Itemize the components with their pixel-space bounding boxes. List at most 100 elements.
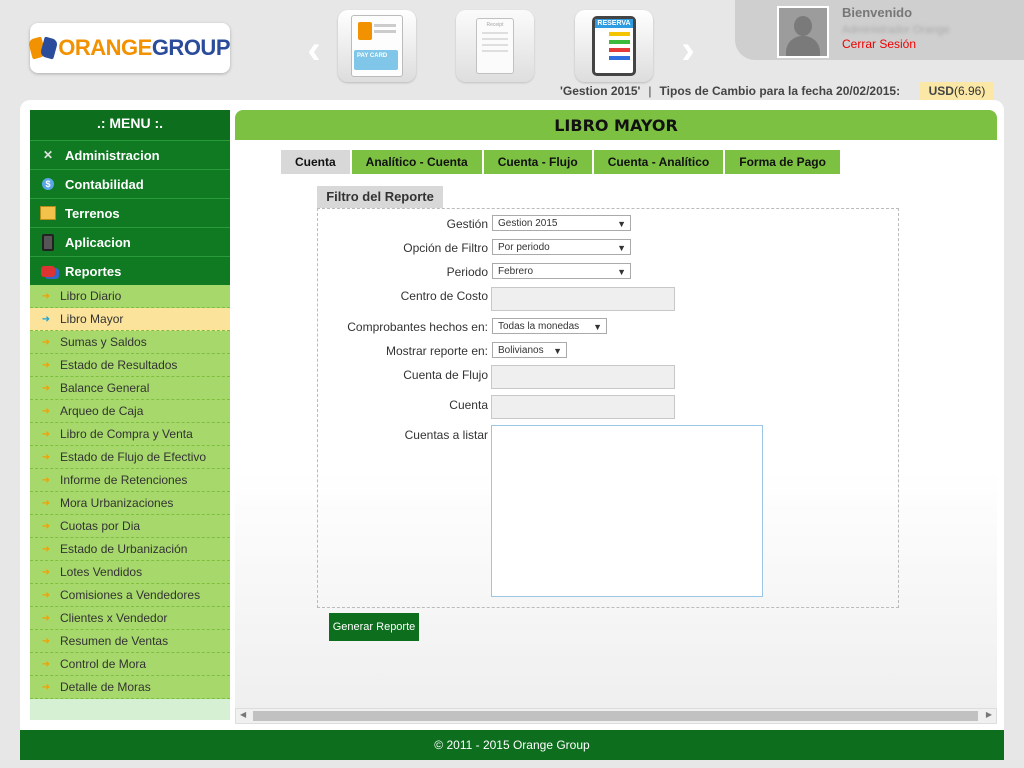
logo-text: ORANGEGROUP	[58, 35, 230, 60]
gestion-text: 'Gestion 2015'	[560, 84, 641, 98]
scroll-thumb[interactable]	[253, 711, 978, 721]
submenu-libro-mayor[interactable]: ➜ Libro Mayor	[30, 308, 230, 331]
pay-card-tile[interactable]: PAY CARD	[338, 10, 416, 82]
menu-item-aplicacion[interactable]: Aplicacion	[30, 227, 230, 256]
scroll-right-icon[interactable]: ▶	[986, 710, 992, 719]
submenu-balance-general[interactable]: ➜ Balance General	[30, 377, 230, 400]
menu-title: .: MENU :.	[30, 110, 230, 140]
sidebar: .: MENU :. ✕ Administracion $ Contabilidad…	[30, 110, 230, 720]
menu-item-administracion[interactable]: ✕ Administracion	[30, 140, 230, 169]
filter-form: Gestión Gestion 2015 ▼ Opción de Filtro P…	[317, 208, 899, 608]
submenu-estado-resultados[interactable]: ➜ Estado de Resultados	[30, 354, 230, 377]
cuenta-label: Cuenta	[449, 398, 488, 412]
arrow-icon: ➜	[41, 428, 51, 440]
submenu-mora-urbanizaciones[interactable]: ➜ Mora Urbanizaciones	[30, 492, 230, 515]
arrow-icon: ➜	[41, 382, 51, 394]
submenu-detalle-moras[interactable]: ➜ Detalle de Moras	[30, 676, 230, 699]
mostrar-select[interactable]: Bolivianos ▼	[492, 342, 567, 358]
page-title: LIBRO MAYOR	[235, 110, 997, 140]
user-panel: Bienvenido Administrador Orange Cerrar S…	[735, 0, 1024, 60]
arrow-icon: ➜	[41, 497, 51, 509]
periodo-select[interactable]: Febrero ▼	[492, 263, 631, 279]
generar-reporte-button[interactable]: Generar Reporte	[329, 613, 419, 641]
tab-cuenta-flujo[interactable]: Cuenta - Flujo	[483, 150, 592, 174]
arrow-icon: ➜	[41, 612, 51, 624]
dropdown-arrow-icon: ▼	[593, 322, 602, 332]
map-icon	[40, 205, 56, 221]
tab-analitico-cuenta[interactable]: Analítico - Cuenta	[351, 150, 482, 174]
prev-arrow-icon[interactable]: ‹	[304, 30, 324, 70]
opcion-filtro-select[interactable]: Por periodo ▼	[492, 239, 631, 255]
dropdown-arrow-icon: ▼	[617, 219, 626, 229]
submenu-libro-compra-venta[interactable]: ➜ Libro de Compra y Venta	[30, 423, 230, 446]
centro-costo-label: Centro de Costo	[400, 289, 488, 303]
menu-item-terrenos[interactable]: Terrenos	[30, 198, 230, 227]
dropdown-arrow-icon: ▼	[553, 346, 562, 356]
centro-costo-input[interactable]	[491, 287, 675, 311]
info-bar: 'Gestion 2015' | Tipos de Cambio para la f…	[560, 84, 901, 98]
cuentas-listar-textarea[interactable]	[491, 425, 763, 597]
orangegroup-logo[interactable]: ORANGEGROUP	[27, 23, 231, 73]
exchange-label: Tipos de Cambio para la fecha 20/02/2015…	[659, 84, 901, 98]
cuenta-input[interactable]	[491, 395, 675, 419]
arrow-icon: ➜	[41, 681, 51, 693]
reserva-icon: RESERVA	[592, 16, 636, 76]
cuenta-flujo-input[interactable]	[491, 365, 675, 389]
arrow-icon: ➜	[41, 405, 51, 417]
reports-icon	[40, 263, 56, 279]
submenu-flujo-efectivo[interactable]: ➜ Estado de Flujo de Efectivo	[30, 446, 230, 469]
header: ORANGEGROUP ‹ PAY CARD Receipt RESERVA ›	[0, 0, 1024, 100]
arrow-icon: ➜	[41, 635, 51, 647]
comprobantes-label: Comprobantes hechos en:	[347, 320, 488, 334]
arrow-icon: ➜	[41, 359, 51, 371]
receipt-tile[interactable]: Receipt	[456, 10, 534, 82]
submenu-comisiones-vendedores[interactable]: ➜ Comisiones a Vendedores	[30, 584, 230, 607]
arrow-icon: ➜	[41, 589, 51, 601]
next-arrow-icon[interactable]: ›	[678, 30, 698, 70]
receipt-icon: Receipt	[476, 18, 514, 74]
tab-forma-pago[interactable]: Forma de Pago	[725, 150, 840, 174]
submenu-informe-retenciones[interactable]: ➜ Informe de Retenciones	[30, 469, 230, 492]
submenu-estado-urbanizacion[interactable]: ➜ Estado de Urbanización	[30, 538, 230, 561]
phone-icon	[40, 233, 56, 251]
tab-cuenta[interactable]: Cuenta	[281, 150, 350, 174]
dropdown-arrow-icon: ▼	[617, 267, 626, 277]
submenu-clientes-vendedor[interactable]: ➜ Clientes x Vendedor	[30, 607, 230, 630]
submenu-resumen-ventas[interactable]: ➜ Resumen de Ventas	[30, 630, 230, 653]
arrow-icon: ➜	[41, 566, 51, 578]
tab-cuenta-analitico[interactable]: Cuenta - Analítico	[593, 150, 724, 174]
submenu-lotes-vendidos[interactable]: ➜ Lotes Vendidos	[30, 561, 230, 584]
footer: © 2011 - 2015 Orange Group	[20, 730, 1004, 760]
dropdown-arrow-icon: ▼	[617, 243, 626, 253]
reserva-tile[interactable]: RESERVA	[575, 10, 653, 82]
report-tabs: Cuenta Analítico - Cuenta Cuenta - Flujo…	[281, 150, 840, 174]
cuenta-flujo-label: Cuenta de Flujo	[403, 368, 488, 382]
menu-item-reportes[interactable]: Reportes	[30, 256, 230, 285]
scroll-left-icon[interactable]: ◀	[240, 710, 246, 719]
avatar	[777, 6, 829, 58]
money-bag-icon: $	[40, 176, 56, 192]
periodo-label: Periodo	[446, 265, 488, 279]
opcion-filtro-label: Opción de Filtro	[403, 241, 488, 255]
submenu-sumas-saldos[interactable]: ➜ Sumas y Saldos	[30, 331, 230, 354]
gestion-label: Gestión	[446, 217, 488, 231]
submenu-libro-diario[interactable]: ➜ Libro Diario	[30, 285, 230, 308]
logo-icon	[27, 36, 59, 60]
arrow-icon: ➜	[41, 658, 51, 670]
reportes-submenu: ➜ Libro Diario ➜ Libro Mayor ➜ Sumas y Sald…	[30, 285, 230, 699]
logout-link[interactable]: Cerrar Sesión	[842, 37, 916, 51]
arrow-icon: ➜	[41, 336, 51, 348]
menu-item-contabilidad[interactable]: $ Contabilidad	[30, 169, 230, 198]
tools-icon: ✕	[42, 148, 54, 162]
submenu-cuotas-dia[interactable]: ➜ Cuotas por Dia	[30, 515, 230, 538]
gestion-select[interactable]: Gestion 2015 ▼	[492, 215, 631, 231]
submenu-arqueo-caja[interactable]: ➜ Arqueo de Caja	[30, 400, 230, 423]
horizontal-scrollbar[interactable]: ◀ ▶	[235, 708, 997, 724]
welcome-text: Bienvenido	[842, 5, 913, 20]
cuentas-listar-label: Cuentas a listar	[404, 428, 488, 442]
comprobantes-select[interactable]: Todas la monedas ▼	[492, 318, 607, 334]
submenu-control-mora[interactable]: ➜ Control de Mora	[30, 653, 230, 676]
arrow-icon: ➜	[41, 474, 51, 486]
usd-rate-badge: USD(6.96)	[920, 82, 994, 100]
arrow-icon: ➜	[41, 543, 51, 555]
